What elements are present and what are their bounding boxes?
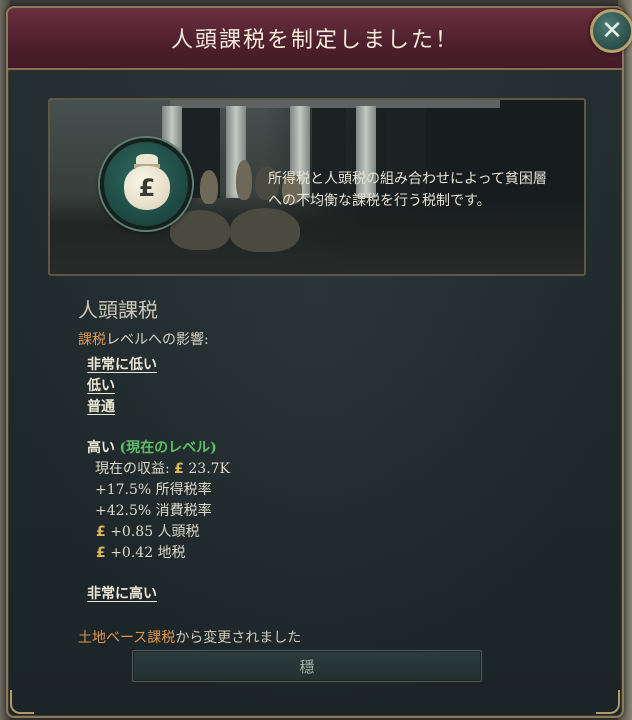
land-tax: £ +0.42 地税 [96,543,301,564]
poll-tax-value: +0.85 人頭税 [110,524,200,540]
poll-tax: £ +0.85 人頭税 [96,522,301,543]
level-high: 高い [87,440,115,456]
current-level-row: 高い (現在のレベル) [87,438,301,459]
dialog-title-bar: 人頭課税を制定しました！ [8,8,622,70]
land-tax-value: +0.42 地税 [110,545,186,561]
law-illustration: £ 所得税と人頭税の組み合わせによって貧困層への不均衡な課税を行う税制です。 [48,98,586,276]
close-button[interactable]: ✕ [590,9,632,53]
impact-heading: 課税レベルへの影響: [78,329,301,349]
taxation-keyword-link[interactable]: 課税 [78,332,106,348]
pound-icon: £ [174,461,184,477]
revenue-value: 23.7K [188,461,231,477]
previous-law-link[interactable]: 土地ベース課税 [78,630,175,646]
income-tax-rate: +17.5% 所得税率 [95,482,212,498]
changed-from-text: から変更されました [175,630,302,646]
figure [236,160,252,200]
pound-symbol: £ [124,166,170,210]
revenue-label: 現在の収益: [95,461,170,477]
figure [200,170,218,204]
law-name: 人頭課税 [78,298,158,322]
level-very-low[interactable]: 非常に低い [87,355,301,376]
changed-from-note: 土地ベース課税から変更されました [78,627,301,647]
law-description: 所得税と人頭税の組み合わせによって貧困層への不均衡な課税を行う税制です。 [268,171,547,209]
frame-corner [596,690,620,714]
law-enacted-dialog: 人頭課税を制定しました！ £ 所得税と人頭税の組み合わせによって貧困層への不均衡… [6,6,624,718]
level-low[interactable]: 低い [87,376,301,397]
current-revenue: 現在の収益: £ 23.7K [95,459,301,480]
close-icon: ✕ [601,16,623,46]
dialog-title: 人頭課税を制定しました！ [170,28,459,53]
impact-heading-text: レベルへの影響: [106,332,209,348]
current-level-badge: (現在のレベル) [119,440,217,456]
consumption-tax-rate: +42.5% 消費税率 [95,503,212,519]
pound-icon: £ [96,545,106,561]
frame-corner [10,690,34,714]
level-medium[interactable]: 普通 [87,397,301,418]
pound-icon: £ [96,524,106,540]
law-details: 人頭課税 課税レベルへの影響: 非常に低い 低い 普通 高い (現在のレベル) … [78,294,301,647]
building-lintel [170,100,500,108]
confirm-button[interactable]: 穩 [132,650,482,682]
level-very-high[interactable]: 非常に高い [87,584,301,605]
figure [230,208,300,252]
money-bag-pound-icon: £ [100,138,192,230]
